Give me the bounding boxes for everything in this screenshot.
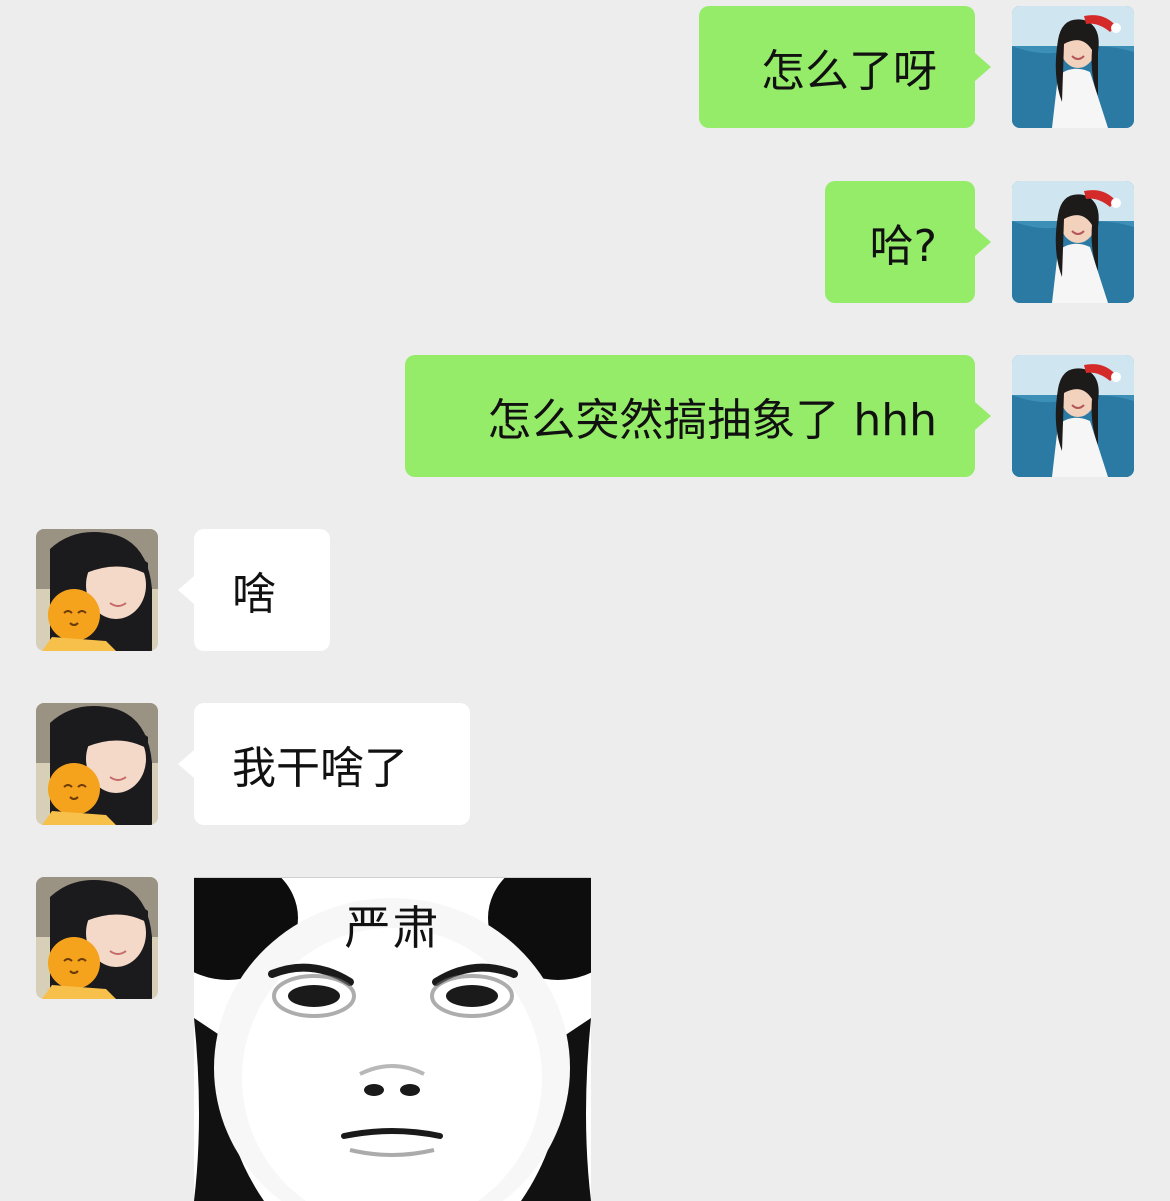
contact-avatar-photo: [36, 877, 158, 999]
bubble-tail: [975, 53, 991, 81]
contact-avatar-photo: [36, 703, 158, 825]
contact-avatar-photo: [36, 529, 158, 651]
my-avatar-photo: [1012, 355, 1134, 477]
received-message-bubble[interactable]: 啥: [194, 529, 330, 651]
bubble-tail: [178, 750, 194, 778]
contact-avatar[interactable]: [36, 703, 158, 825]
contact-avatar[interactable]: [36, 529, 158, 651]
my-avatar-photo: [1012, 6, 1134, 128]
panda-sticker-image[interactable]: 严肃: [194, 877, 591, 1201]
message-text: 怎么了呀: [761, 46, 937, 97]
my-avatar[interactable]: [1012, 181, 1134, 303]
received-message-bubble[interactable]: 我干啥了: [194, 703, 470, 825]
sticker-caption: 严肃: [344, 901, 441, 955]
message-text: 啥: [232, 569, 276, 620]
sent-message-bubble[interactable]: 哈?: [825, 181, 975, 303]
contact-avatar[interactable]: [36, 877, 158, 999]
my-avatar-photo: [1012, 181, 1134, 303]
my-avatar[interactable]: [1012, 6, 1134, 128]
bubble-tail: [975, 402, 991, 430]
sent-message-bubble[interactable]: 怎么了呀: [699, 6, 975, 128]
sent-message-bubble[interactable]: 怎么突然搞抽象了 hhh: [405, 355, 975, 477]
bubble-tail: [975, 228, 991, 256]
message-text: 哈?: [869, 221, 937, 272]
message-text: 我干啥了: [232, 743, 408, 794]
message-text: 怎么突然搞抽象了 hhh: [487, 395, 937, 446]
bubble-tail: [178, 576, 194, 604]
my-avatar[interactable]: [1012, 355, 1134, 477]
chat-history: 怎么了呀 哈? 怎么突然搞抽象了 hhh 啥 我干啥了 严肃: [0, 0, 1170, 1201]
